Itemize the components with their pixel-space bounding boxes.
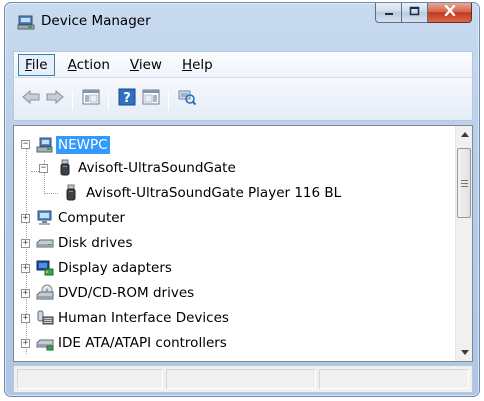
tree-label: Human Interface Devices: [58, 310, 229, 326]
device-manager-window: Device Manager File Action View Help ? −…: [4, 2, 480, 397]
device-tree: − NEWPC − Avisoft-UltraSoundGate Avisoft…: [14, 126, 456, 361]
menu-action[interactable]: Action: [61, 54, 117, 76]
menu-file[interactable]: File: [18, 53, 55, 76]
toolbar-separator: [72, 90, 73, 110]
computer-network-icon: [36, 136, 54, 154]
maximize-button[interactable]: [402, 3, 428, 23]
collapse-expander[interactable]: −: [39, 164, 48, 173]
menu-view-accel: V: [129, 56, 139, 73]
tree-label: Avisoft-UltraSoundGate Player 116 BL: [86, 185, 342, 201]
help-icon: ?: [118, 88, 136, 110]
collapse-expander[interactable]: −: [21, 140, 30, 149]
disk-drive-icon: [36, 234, 54, 252]
forward-arrow-icon: [45, 89, 65, 109]
tree-item-display-adapters[interactable]: + Display adapters: [14, 257, 234, 279]
minimize-icon: [384, 5, 394, 20]
tree-item-dvd-drives[interactable]: + DVD/CD-ROM drives: [14, 282, 254, 304]
expand-expander[interactable]: +: [21, 289, 30, 298]
tree-item-avisoft[interactable]: − Avisoft-UltraSoundGate: [14, 157, 274, 179]
menu-help-accel: H: [181, 56, 193, 73]
tree-item-avisoft-player[interactable]: Avisoft-UltraSoundGate Player 116 BL: [14, 182, 434, 204]
tree-label: Display adapters: [58, 260, 172, 276]
device-manager-icon: [17, 13, 35, 31]
expand-expander[interactable]: +: [21, 339, 30, 348]
tree-item-disk-drives[interactable]: + Disk drives: [14, 232, 214, 254]
tree-item-computer[interactable]: + Computer: [14, 207, 214, 229]
menu-help-label: elp: [192, 56, 213, 73]
expand-expander[interactable]: +: [21, 314, 30, 323]
forward-button[interactable]: [44, 88, 66, 110]
back-arrow-icon: [21, 89, 41, 109]
show-hide-console-tree-icon: [82, 89, 100, 109]
window-title: Device Manager: [41, 13, 151, 29]
properties-pane-button[interactable]: [140, 88, 162, 110]
tree-label: IDE ATA/ATAPI controllers: [58, 335, 227, 351]
menu-help[interactable]: Help: [175, 54, 220, 76]
menu-view-label: iew: [138, 56, 162, 73]
display-adapter-icon: [36, 259, 54, 277]
arrow-up-icon: [460, 130, 469, 139]
title-bar[interactable]: Device Manager: [5, 3, 479, 37]
close-icon: [444, 4, 456, 20]
status-pane: [17, 369, 163, 389]
usb-device-icon: [62, 184, 80, 202]
menu-view[interactable]: View: [123, 54, 169, 76]
toolbar: ?: [13, 77, 473, 121]
menu-file-label: ile: [31, 56, 48, 73]
menu-bar: File Action View Help: [13, 51, 473, 77]
maximize-icon: [409, 5, 420, 20]
expand-expander[interactable]: +: [21, 264, 30, 273]
scan-hardware-icon: [177, 88, 197, 110]
expand-expander[interactable]: +: [21, 239, 30, 248]
ide-controller-icon: [36, 334, 54, 352]
show-hide-console-tree-button[interactable]: [80, 88, 102, 110]
close-button[interactable]: [428, 3, 472, 23]
tree-root-newpc[interactable]: − NEWPC: [14, 134, 214, 156]
tree-item-hid[interactable]: + Human Interface Devices: [14, 307, 294, 329]
scan-hardware-button[interactable]: [176, 88, 198, 110]
tree-label: Computer: [58, 210, 126, 226]
arrow-down-icon: [460, 348, 469, 357]
status-pane: [319, 369, 469, 389]
scroll-down-button[interactable]: [456, 344, 472, 361]
status-bar: [13, 365, 473, 393]
menu-action-label: ction: [76, 56, 110, 73]
scroll-up-button[interactable]: [456, 126, 472, 143]
tree-label: DVD/CD-ROM drives: [58, 285, 195, 301]
menu-action-accel: A: [67, 56, 77, 73]
computer-icon: [36, 209, 54, 227]
hid-icon: [36, 309, 54, 327]
menu-file-accel: F: [25, 56, 32, 73]
dvd-drive-icon: [36, 284, 54, 302]
properties-pane-icon: [142, 89, 160, 109]
status-pane: [166, 369, 316, 389]
tree-label: Disk drives: [58, 235, 133, 251]
grip-icon: [460, 176, 468, 191]
scroll-thumb[interactable]: [457, 148, 471, 218]
minimize-button[interactable]: [375, 3, 402, 23]
back-button[interactable]: [20, 88, 42, 110]
device-tree-panel[interactable]: − NEWPC − Avisoft-UltraSoundGate Avisoft…: [13, 125, 473, 362]
help-button[interactable]: ?: [116, 88, 138, 110]
caption-buttons: [375, 3, 472, 23]
toolbar-separator: [108, 90, 109, 110]
expand-expander[interactable]: +: [21, 214, 30, 223]
vertical-scrollbar[interactable]: [455, 126, 472, 361]
tree-label-root: NEWPC: [56, 136, 110, 154]
usb-device-icon: [56, 159, 74, 177]
toolbar-separator: [168, 90, 169, 110]
tree-item-ide-controllers[interactable]: + IDE ATA/ATAPI controllers: [14, 332, 304, 354]
tree-label: Avisoft-UltraSoundGate: [78, 160, 236, 176]
svg-text:?: ?: [123, 91, 131, 106]
